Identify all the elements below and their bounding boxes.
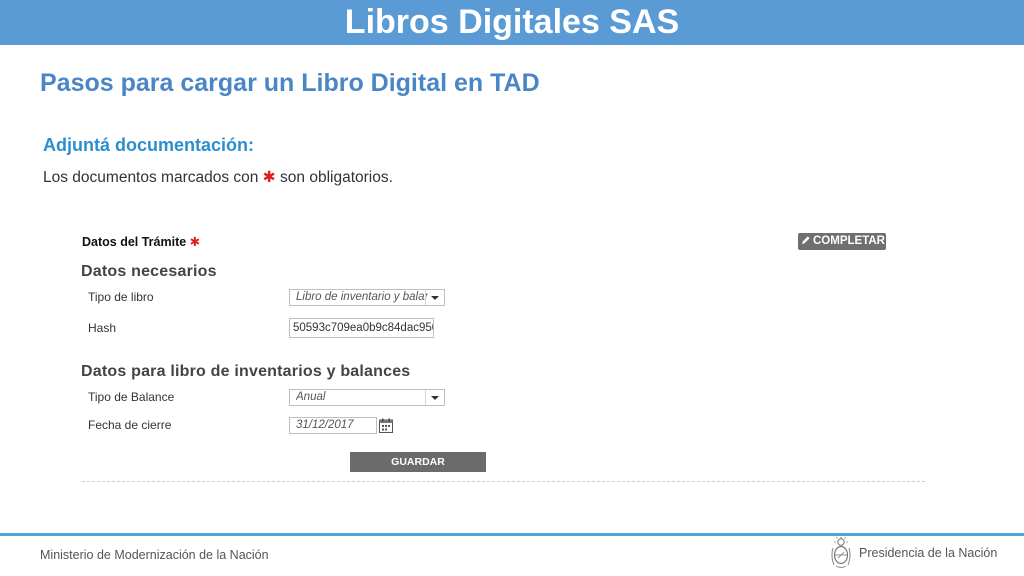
group-heading-inventarios-balances: Datos para libro de inventarios y balanc… — [81, 363, 411, 380]
slide-title: Libros Digitales SAS — [344, 3, 680, 41]
tipo-balance-select[interactable]: Anual — [289, 389, 445, 406]
tipo-libro-select[interactable]: Libro de inventario y balan — [289, 289, 445, 306]
tipo-balance-value: Anual — [296, 391, 326, 403]
tramite-title: Datos del Trámite ✱ — [82, 234, 200, 249]
completar-button-label: COMPLETAR — [813, 235, 885, 247]
chevron-down-icon[interactable] — [425, 290, 444, 305]
required-note-after: son obligatorios. — [280, 169, 393, 186]
hash-label: Hash — [88, 321, 117, 335]
tramite-title-text: Datos del Trámite — [82, 235, 187, 249]
pencil-icon — [802, 236, 810, 244]
required-star-icon: ✱ — [262, 169, 276, 186]
tipo-libro-label: Tipo de libro — [88, 290, 154, 304]
footer-line — [0, 533, 1024, 536]
section-heading: Adjuntá documentación: — [43, 135, 254, 155]
coat-of-arms-icon — [831, 537, 851, 568]
hash-input[interactable]: 50593c709ea0b9c84dac950 — [289, 318, 434, 338]
fecha-cierre-input[interactable]: 31/12/2017 — [289, 417, 377, 434]
required-note: Los documentos marcados con ✱ son obliga… — [43, 168, 393, 187]
completar-button[interactable]: COMPLETAR — [798, 233, 886, 250]
footer-presidencia: Presidencia de la Nación — [859, 546, 998, 560]
footer-ministerio: Ministerio de Modernización de la Nación — [40, 548, 269, 562]
chevron-down-icon[interactable] — [425, 390, 444, 405]
required-note-before: Los documentos marcados con — [43, 169, 259, 186]
slide-subtitle: Pasos para cargar un Libro Digital en TA… — [40, 69, 540, 97]
tipo-balance-label: Tipo de Balance — [88, 390, 175, 404]
group-heading-datos-necesarios: Datos necesarios — [81, 263, 217, 280]
guardar-button[interactable]: GUARDAR — [350, 452, 486, 472]
tramite-required-star-icon: ✱ — [189, 235, 201, 249]
fecha-cierre-label: Fecha de cierre — [88, 418, 172, 432]
tipo-libro-value: Libro de inventario y balan — [296, 291, 428, 303]
calendar-icon[interactable] — [379, 418, 393, 433]
form-divider — [82, 481, 925, 482]
